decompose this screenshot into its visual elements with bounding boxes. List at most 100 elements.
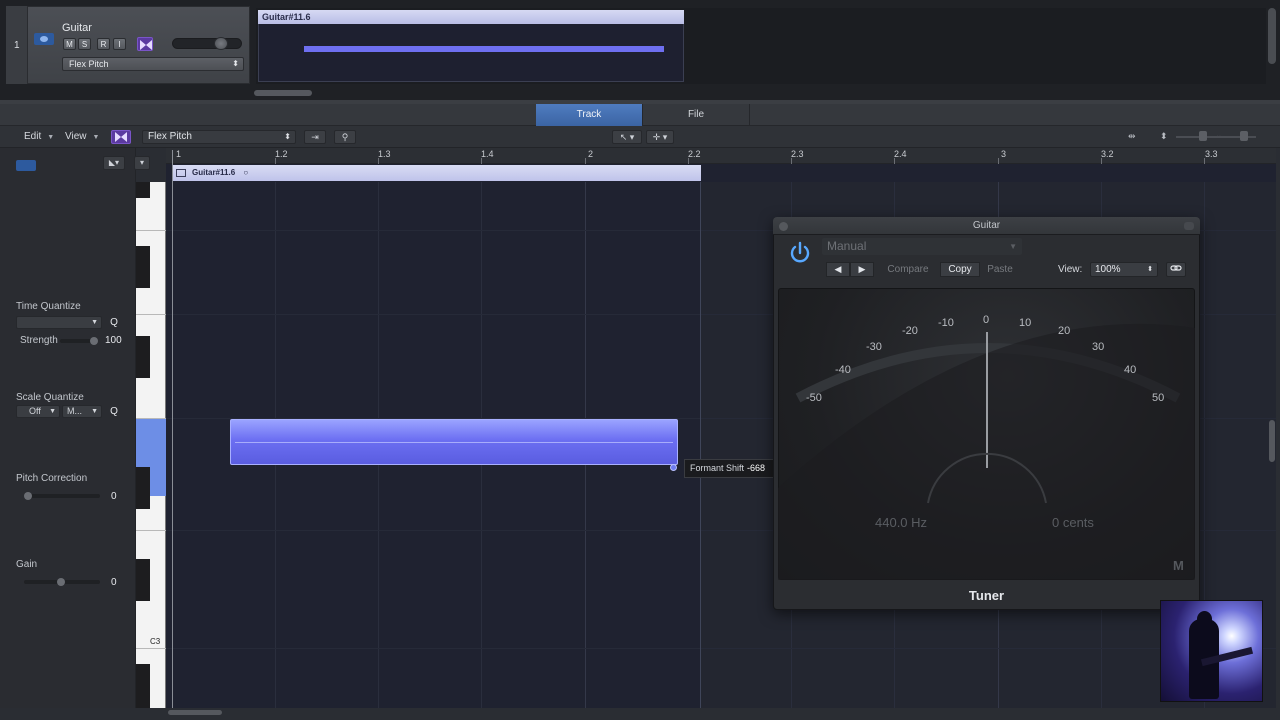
grid-row-line: [166, 648, 1276, 649]
time-quantize-label: Time Quantize: [16, 301, 81, 312]
strength-label: Strength: [20, 335, 58, 346]
time-quantize-q-button[interactable]: Q: [107, 316, 121, 329]
view-label: View:: [1058, 264, 1083, 275]
vertical-zoom-icon[interactable]: ⬍: [1160, 131, 1168, 142]
chevron-updown-icon: ⬍: [232, 59, 239, 68]
formant-shift-label: Formant Shift: [690, 463, 745, 473]
waveform-zoom-icon[interactable]: ⇹: [1128, 131, 1136, 142]
region-header[interactable]: Guitar#11.6 ○: [172, 165, 701, 181]
flex-toggle-icon[interactable]: [111, 130, 131, 144]
playhead[interactable]: [172, 150, 173, 708]
link-icon[interactable]: [1166, 262, 1186, 277]
chevron-updown-icon: ⬍: [1147, 266, 1153, 273]
zoom-slider-handle-2[interactable]: [1240, 131, 1248, 141]
edit-menu[interactable]: Edit ▼: [24, 131, 54, 142]
next-icon[interactable]: ▶: [850, 262, 874, 277]
view-zoom-select[interactable]: 100% ⬍: [1090, 262, 1158, 277]
plugin-name: Tuner: [968, 588, 1005, 603]
black-key[interactable]: [136, 467, 150, 509]
editor-vertical-scrollbar[interactable]: [1269, 420, 1275, 462]
region-end-line: [700, 182, 701, 708]
ruler-label: 3.2: [1101, 149, 1114, 159]
paste-button[interactable]: Paste: [982, 262, 1018, 277]
cents-readout: 0 cents: [1052, 515, 1094, 530]
key-divider: [136, 230, 166, 231]
formant-shift-value: -668: [747, 463, 766, 473]
volume-knob[interactable]: [214, 37, 228, 50]
track-flex-mode-select[interactable]: Flex Pitch ⬍: [62, 57, 244, 71]
tuner-window-title[interactable]: Guitar: [773, 217, 1200, 235]
tab-track[interactable]: Track: [536, 104, 642, 126]
power-icon[interactable]: [788, 241, 812, 265]
tuner-scale-label: -30: [866, 341, 882, 353]
strength-value: 100: [105, 335, 122, 346]
arrange-region-note: [304, 46, 664, 52]
tuner-scale-label: 20: [1058, 325, 1071, 337]
chevron-down-icon: ▼: [47, 134, 55, 141]
view-menu[interactable]: View ▼: [65, 131, 99, 142]
flex-icon[interactable]: [137, 37, 153, 51]
preset-value: Manual: [827, 239, 867, 253]
ruler-label: 1.2: [275, 149, 288, 159]
compare-button[interactable]: Compare: [884, 262, 932, 277]
scale-quantize-q-button[interactable]: Q: [107, 405, 121, 418]
zoom-slider-handle[interactable]: [1199, 131, 1207, 141]
tuner-scale-label: 50: [1152, 392, 1165, 404]
region-name: Guitar#11.6: [192, 168, 236, 177]
preset-select[interactable]: Manual ▼: [822, 238, 1022, 255]
copy-button[interactable]: Copy: [940, 262, 980, 277]
black-key[interactable]: [136, 664, 150, 708]
pitch-note-blob[interactable]: [230, 419, 678, 465]
chevron-down-icon: ▼: [49, 408, 56, 415]
tuner-scale-label: -20: [902, 325, 918, 337]
formant-shift-tooltip: Formant Shift -668: [684, 459, 776, 478]
pitch-correction-knob[interactable]: [24, 492, 32, 500]
ruler-label: 3: [1001, 149, 1007, 159]
time-quantize-select[interactable]: ▼: [16, 316, 102, 329]
tuner-meter-graphics: [778, 323, 1195, 580]
chevron-down-icon: ▼: [91, 319, 98, 326]
tuner-scale-label: -40: [835, 364, 851, 376]
tuner-scale-label: 10: [1019, 317, 1032, 329]
formant-shift-handle[interactable]: [670, 464, 677, 471]
scale-quantize-mode-select[interactable]: M... ▼: [62, 405, 102, 418]
input-monitor-button[interactable]: I: [113, 38, 126, 50]
catch-playhead-icon[interactable]: ◣▾: [103, 156, 125, 170]
collapse-icon[interactable]: ▾: [134, 156, 150, 170]
window-zoom-icon[interactable]: [1184, 222, 1194, 230]
black-key[interactable]: [136, 559, 150, 601]
close-icon[interactable]: [779, 222, 788, 231]
crosshair-tool-icon[interactable]: ✛ ▾: [646, 130, 674, 144]
tracks-horizontal-scrollbar[interactable]: [254, 90, 312, 96]
tracks-vertical-scrollbar[interactable]: [1268, 8, 1276, 64]
pointer-tool-icon[interactable]: ↖ ▾: [612, 130, 642, 144]
gain-knob[interactable]: [57, 578, 65, 586]
black-key[interactable]: [136, 182, 150, 198]
black-key[interactable]: [136, 246, 150, 288]
chevron-down-icon: ▼: [92, 134, 100, 141]
prev-icon[interactable]: ◀: [826, 262, 850, 277]
pitch-correction-slider[interactable]: [24, 494, 100, 498]
scale-quantize-key-select[interactable]: Off ▼: [16, 405, 60, 418]
ruler-label: 2: [588, 149, 594, 159]
gain-label: Gain: [16, 559, 38, 570]
mute-button[interactable]: M: [63, 38, 76, 50]
flex-mode-dropdown[interactable]: Flex Pitch ⬍: [142, 130, 296, 144]
track-name[interactable]: Guitar: [62, 22, 92, 34]
volume-slider[interactable]: [172, 38, 242, 49]
gain-value: 0: [111, 577, 117, 588]
solo-button[interactable]: S: [78, 38, 91, 50]
filter-icon[interactable]: ⚲: [334, 130, 356, 144]
catch-icon[interactable]: ⇥: [304, 130, 326, 144]
tab-file[interactable]: File: [642, 104, 750, 126]
record-button[interactable]: R: [97, 38, 110, 50]
ruler-label: 3.3: [1205, 149, 1218, 159]
ruler-label: 2.2: [688, 149, 701, 159]
ruler-label: 2.3: [791, 149, 804, 159]
black-key[interactable]: [136, 336, 150, 378]
view-zoom-value: 100%: [1095, 264, 1121, 275]
arrange-region-title[interactable]: Guitar#11.6: [258, 10, 684, 24]
tuner-scale-label: 40: [1124, 364, 1137, 376]
strength-slider-knob[interactable]: [90, 337, 98, 345]
editor-horizontal-scrollbar[interactable]: [168, 710, 222, 715]
